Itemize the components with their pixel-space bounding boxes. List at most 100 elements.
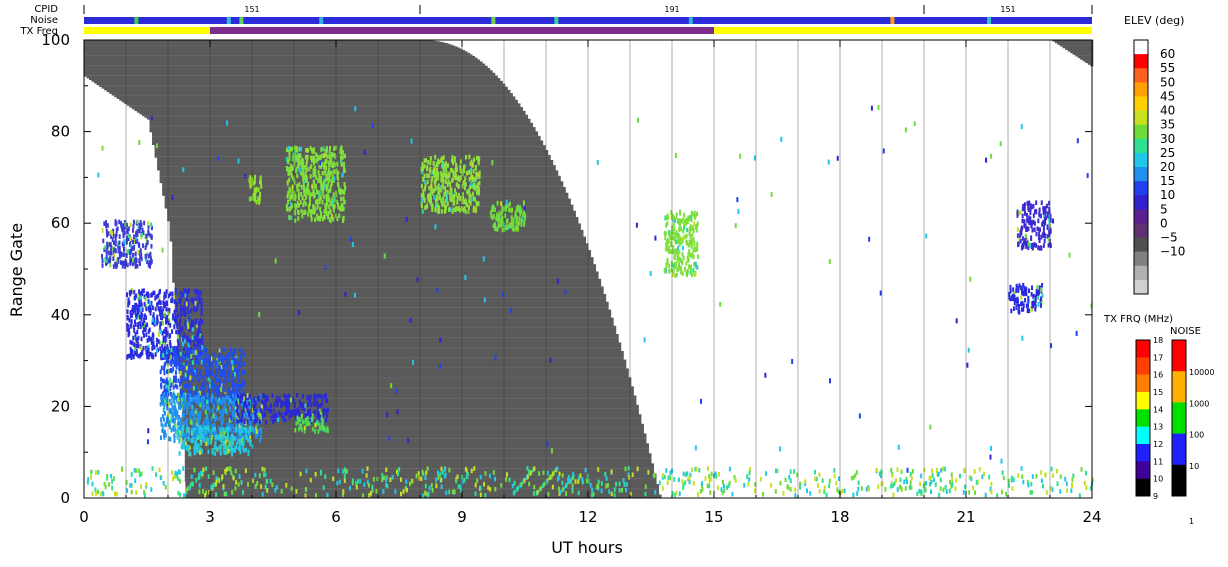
scatter-cell bbox=[1031, 474, 1034, 479]
scatter-cell bbox=[339, 149, 342, 155]
scatter-cell bbox=[133, 319, 136, 325]
scatter-cell bbox=[454, 188, 457, 193]
scatter-cell bbox=[1010, 308, 1013, 314]
scatter-cell bbox=[450, 178, 453, 183]
scatter-cell bbox=[1021, 474, 1024, 480]
scatter-cell bbox=[249, 416, 252, 421]
scatter-cell bbox=[1019, 285, 1022, 290]
scatter-cell bbox=[1042, 219, 1045, 225]
scatter-cell bbox=[692, 237, 695, 242]
scatter-cell bbox=[677, 477, 680, 483]
scatter-cell bbox=[242, 490, 245, 495]
scatter-cell bbox=[189, 338, 192, 344]
scatter-cell bbox=[203, 375, 206, 380]
scatter-cell bbox=[218, 445, 221, 450]
scatter-cell bbox=[492, 213, 495, 219]
scatter-cell bbox=[178, 395, 181, 400]
scatter-cell bbox=[696, 221, 699, 227]
scatter-cell bbox=[356, 479, 359, 484]
scatter-cell bbox=[523, 205, 526, 211]
scatter-cell bbox=[160, 475, 163, 481]
scatter-cell bbox=[1030, 308, 1033, 313]
scatter-cell bbox=[647, 470, 650, 475]
scatter-cell bbox=[253, 174, 256, 180]
scatter-cell bbox=[217, 392, 220, 397]
scatter-cell bbox=[263, 467, 266, 473]
scatter-cell bbox=[1033, 227, 1036, 232]
scatter-cell bbox=[706, 483, 709, 489]
scatter-cell bbox=[775, 468, 778, 474]
scatter-cell bbox=[316, 215, 319, 221]
x-tick-label: 9 bbox=[457, 508, 467, 526]
scatter-cell bbox=[176, 426, 179, 432]
scatter-cell bbox=[198, 489, 201, 494]
scatter-cell bbox=[316, 420, 319, 425]
scatter-cell bbox=[474, 482, 477, 488]
scatter-cell bbox=[305, 147, 308, 153]
scatter-cell bbox=[194, 397, 197, 402]
scatter-cell bbox=[260, 484, 263, 489]
scatter-cell bbox=[938, 492, 941, 498]
scatter-cell bbox=[682, 228, 685, 234]
scatter-cell bbox=[248, 196, 251, 202]
scatter-cell bbox=[1038, 238, 1041, 244]
scatter-cell bbox=[453, 156, 456, 161]
elev-label: 50 bbox=[1160, 75, 1175, 89]
scatter-cell bbox=[850, 475, 853, 481]
scatter-cell bbox=[1045, 490, 1048, 495]
scatter-cell bbox=[309, 192, 312, 197]
scatter-cell bbox=[513, 480, 516, 486]
scatter-cell bbox=[193, 417, 196, 422]
scatter-cell bbox=[610, 491, 613, 497]
scatter-cell bbox=[132, 219, 135, 225]
scatter-cell bbox=[180, 444, 183, 450]
scatter-cell bbox=[1042, 229, 1045, 234]
scatter-cell bbox=[240, 480, 243, 485]
scatter-cell bbox=[236, 369, 239, 374]
scatter-cell bbox=[217, 155, 220, 161]
scatter-cell bbox=[444, 192, 447, 197]
scatter-cell bbox=[233, 408, 236, 413]
scatter-cell bbox=[1023, 287, 1026, 293]
scatter-cell bbox=[375, 489, 378, 494]
scatter-cell bbox=[278, 410, 281, 416]
scatter-cell bbox=[426, 179, 429, 185]
scatter-cell bbox=[1039, 213, 1042, 219]
scatter-cell bbox=[1016, 297, 1019, 303]
scatter-cell bbox=[230, 433, 233, 439]
scatter-cell bbox=[420, 166, 423, 172]
scatter-cell bbox=[143, 302, 146, 307]
scatter-cell bbox=[422, 188, 425, 194]
scatter-cell bbox=[828, 378, 831, 384]
scatter-cell bbox=[688, 264, 691, 270]
scatter-cell bbox=[222, 396, 225, 402]
scatter-cell bbox=[948, 488, 951, 494]
scatter-cell bbox=[141, 227, 144, 233]
scatter-cell bbox=[1018, 210, 1021, 215]
scatter-cell bbox=[673, 254, 676, 259]
scatter-cell bbox=[171, 291, 174, 296]
noise-strip-speck bbox=[491, 17, 496, 24]
scatter-cell bbox=[336, 480, 339, 486]
scatter-cell bbox=[429, 198, 432, 204]
scatter-cell bbox=[241, 382, 244, 387]
scatter-cell bbox=[438, 187, 441, 193]
elev-colorbar: 605550454035302520151050−5−10 bbox=[1133, 39, 1185, 295]
scatter-cell bbox=[175, 329, 178, 335]
scatter-cell bbox=[899, 477, 902, 483]
scatter-cell bbox=[390, 383, 393, 389]
scatter-cell bbox=[344, 469, 347, 474]
scatter-cell bbox=[442, 196, 445, 201]
scatter-cell bbox=[280, 412, 283, 417]
scatter-cell bbox=[828, 259, 831, 265]
scatter-cell bbox=[985, 157, 988, 163]
scatter-cell bbox=[207, 440, 210, 446]
scatter-cell bbox=[162, 353, 165, 358]
scatter-cell bbox=[1000, 458, 1003, 464]
scatter-cell bbox=[144, 254, 147, 260]
scatter-cell bbox=[219, 409, 222, 415]
scatter-cell bbox=[363, 482, 366, 488]
scatter-cell bbox=[105, 220, 108, 225]
scatter-cell bbox=[132, 335, 135, 341]
scatter-cell bbox=[562, 486, 565, 491]
